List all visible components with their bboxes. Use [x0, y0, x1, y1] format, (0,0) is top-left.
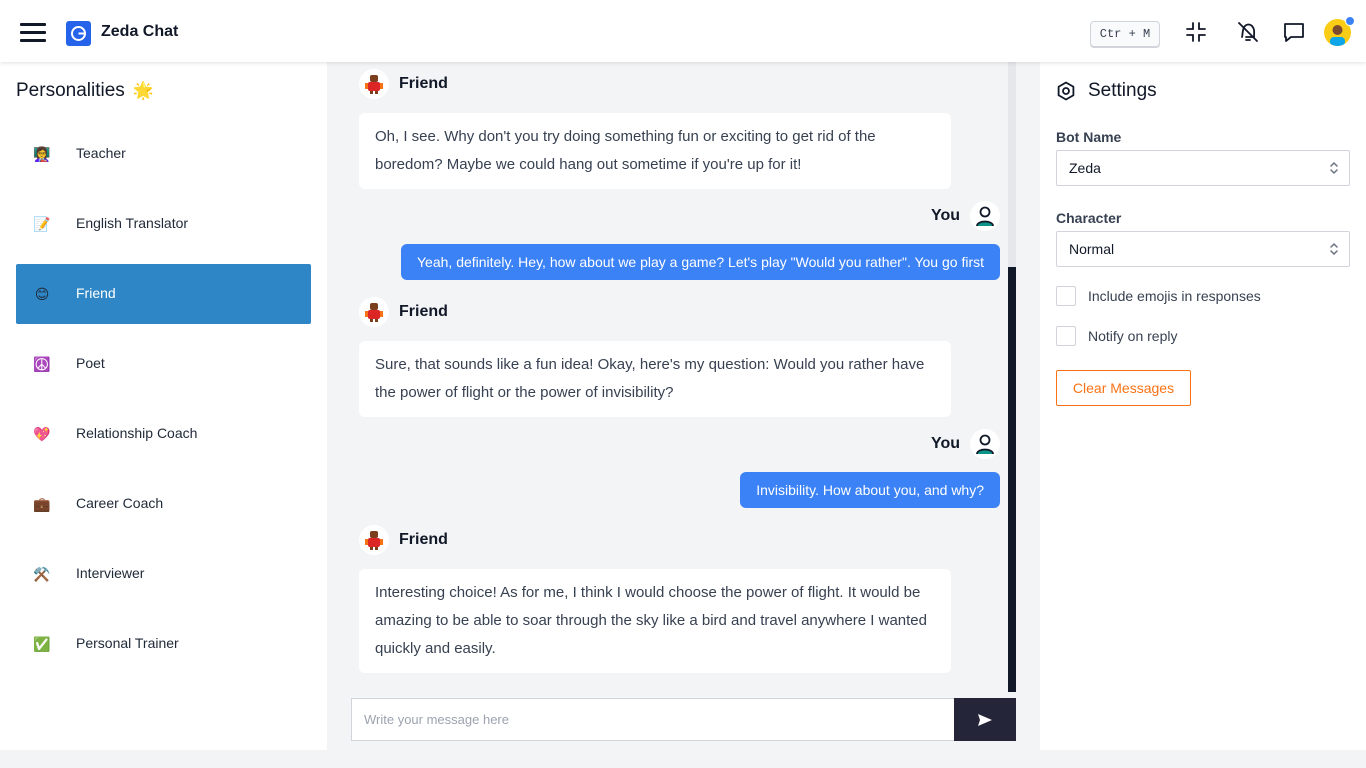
- robot-avatar-icon: [359, 69, 389, 99]
- user-message-header: You: [931, 201, 1000, 231]
- bot-message-header: Friend: [359, 297, 448, 327]
- robot-avatar-icon: [359, 525, 389, 555]
- user-message-header: You: [931, 429, 1000, 459]
- peace-icon: ☮️: [33, 356, 51, 372]
- persona-english-translator[interactable]: 📝 English Translator: [16, 194, 311, 254]
- bot-name: Friend: [399, 531, 448, 548]
- character-label: Character: [1056, 210, 1122, 226]
- check-icon: ✅: [33, 636, 51, 652]
- scrollbar-thumb[interactable]: [1008, 267, 1016, 692]
- settings-panel: Settings Bot Name Zeda Character Normal …: [1040, 62, 1366, 750]
- notify-label: Notify on reply: [1088, 328, 1178, 344]
- menu-icon[interactable]: [20, 23, 46, 43]
- hammer-pick-icon: ⚒️: [33, 566, 51, 582]
- character-value: Normal: [1069, 241, 1115, 257]
- persona-label: Personal Trainer: [76, 635, 179, 651]
- user-avatar-icon: [970, 429, 1000, 459]
- persona-label: Teacher: [76, 145, 126, 161]
- chat-bubble-icon[interactable]: [1282, 20, 1306, 44]
- mute-bell-icon[interactable]: [1236, 20, 1260, 44]
- user-avatar-icon: [970, 201, 1000, 231]
- briefcase-icon: 💼: [33, 496, 51, 512]
- persona-label: English Translator: [76, 215, 189, 231]
- include-emojis-label: Include emojis in responses: [1088, 288, 1261, 304]
- app-title: Zeda Chat: [101, 23, 179, 40]
- bot-message-bubble: Sure, that sounds like a fun idea! Okay,…: [359, 341, 951, 417]
- clear-messages-button[interactable]: Clear Messages: [1056, 370, 1191, 406]
- persona-label: Interviewer: [76, 565, 145, 581]
- user-message-bubble: Yeah, definitely. Hey, how about we play…: [401, 244, 1000, 280]
- memo-icon: 📝: [33, 216, 51, 232]
- settings-title: Settings: [1056, 80, 1157, 102]
- bot-message-bubble: Interesting choice! As for me, I think I…: [359, 569, 951, 673]
- persona-label: Friend: [76, 285, 116, 301]
- persona-career-coach[interactable]: 💼 Career Coach: [16, 474, 311, 534]
- send-icon: [978, 713, 992, 726]
- chevron-up-down-icon: [1330, 242, 1338, 256]
- include-emojis-option[interactable]: Include emojis in responses: [1056, 286, 1261, 306]
- keyboard-shortcut-badge: Ctr + M: [1090, 21, 1160, 47]
- bot-name: Friend: [399, 303, 448, 320]
- sidebar-title-text: Personalities: [16, 80, 125, 101]
- persona-personal-trainer[interactable]: ✅ Personal Trainer: [16, 614, 311, 674]
- bot-name-select[interactable]: Zeda: [1056, 150, 1350, 186]
- bot-message-header: Friend: [359, 69, 448, 99]
- app-logo-icon: [66, 21, 91, 46]
- chevron-up-down-icon: [1330, 161, 1338, 175]
- gear-icon: [1057, 81, 1075, 101]
- send-button[interactable]: [954, 698, 1016, 741]
- bottom-strip: [0, 750, 1366, 768]
- teacher-icon: 👩‍🏫: [33, 146, 51, 162]
- bot-name-label: Bot Name: [1056, 129, 1122, 145]
- persona-friend[interactable]: 😊 Friend: [16, 264, 311, 324]
- user-name: You: [930, 207, 960, 224]
- robot-avatar-icon: [359, 297, 389, 327]
- notification-badge: [1345, 16, 1355, 26]
- persona-label: Career Coach: [76, 495, 164, 511]
- settings-title-text: Settings: [1088, 80, 1157, 101]
- collapse-icon[interactable]: [1184, 20, 1208, 44]
- smile-icon: 😊: [34, 286, 50, 302]
- persona-label: Relationship Coach: [76, 425, 198, 441]
- bot-message-header: Friend: [359, 525, 448, 555]
- notify-checkbox[interactable]: [1056, 326, 1076, 346]
- personalities-sidebar: Personalities 🌟 👩‍🏫 Teacher 📝 English Tr…: [0, 62, 327, 750]
- user-name: You: [930, 435, 960, 452]
- chat-panel: Friend Oh, I see. Why don't you try doin…: [327, 62, 1040, 750]
- persona-poet[interactable]: ☮️ Poet: [16, 334, 311, 394]
- notify-option[interactable]: Notify on reply: [1056, 326, 1177, 346]
- persona-interviewer[interactable]: ⚒️ Interviewer: [16, 544, 311, 604]
- top-header: Zeda Chat Ctr + M: [0, 0, 1366, 62]
- star-icon: 🌟: [132, 81, 154, 100]
- persona-teacher[interactable]: 👩‍🏫 Teacher: [16, 124, 311, 184]
- sidebar-title: Personalities 🌟: [16, 80, 154, 102]
- include-emojis-checkbox[interactable]: [1056, 286, 1076, 306]
- message-composer: [351, 698, 1016, 741]
- character-select[interactable]: Normal: [1056, 231, 1350, 267]
- bot-name-value: Zeda: [1069, 160, 1101, 176]
- bot-message-bubble: Oh, I see. Why don't you try doing somet…: [359, 113, 951, 189]
- bot-name: Friend: [399, 75, 448, 92]
- heart-icon: 💖: [33, 426, 51, 442]
- persona-relationship-coach[interactable]: 💖 Relationship Coach: [16, 404, 311, 464]
- message-input[interactable]: [351, 698, 954, 741]
- persona-label: Poet: [76, 355, 105, 371]
- user-message-bubble: Invisibility. How about you, and why?: [740, 472, 1000, 508]
